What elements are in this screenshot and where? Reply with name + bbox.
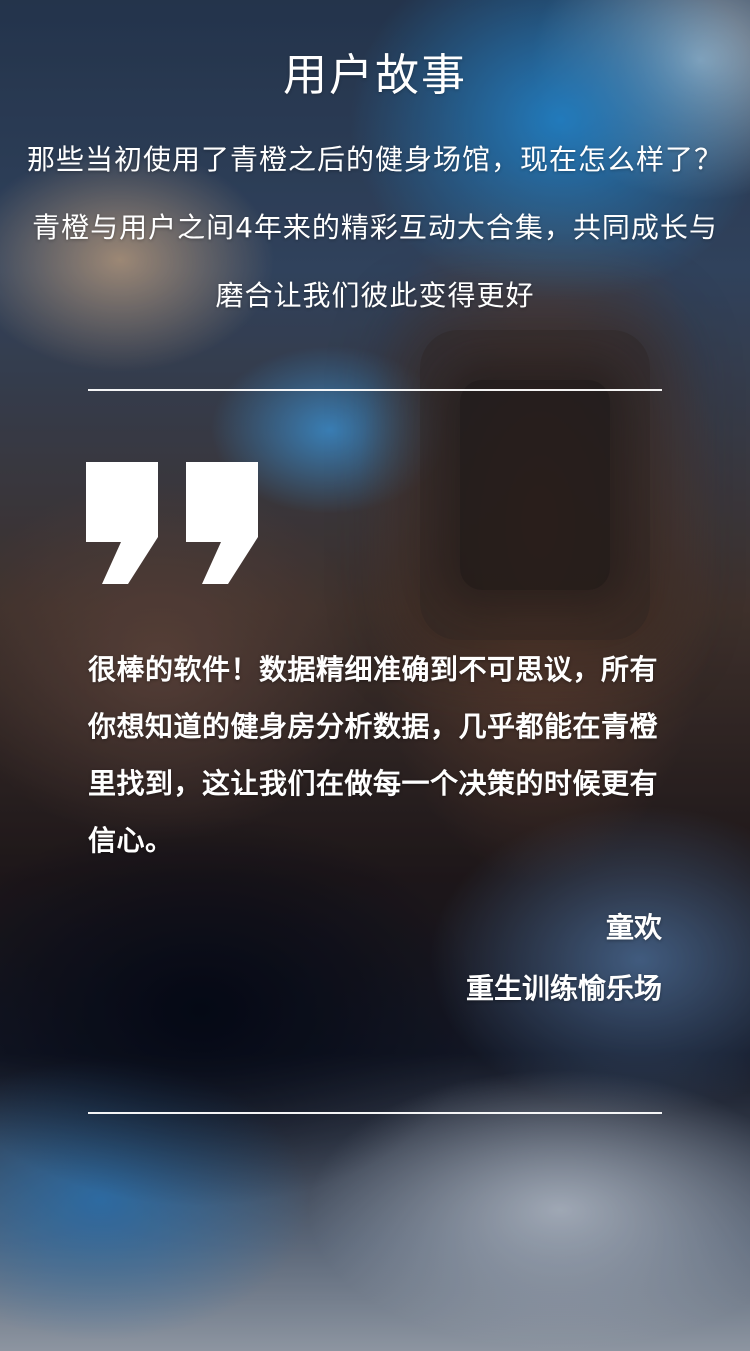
testimonial-quote-text: 很棒的软件！数据精细准确到不可思议，所有你想知道的健身房分析数据，几乎都能在青橙… bbox=[88, 653, 659, 857]
top-divider bbox=[88, 389, 662, 391]
story-content: 用户故事 那些当初使用了青橙之后的健身场馆，现在怎么样了？青橙与用户之间4年来的… bbox=[0, 0, 750, 1351]
page-title: 用户故事 bbox=[283, 50, 467, 101]
testimonial-author-name: 童欢 bbox=[605, 911, 662, 944]
testimonial-author-organization: 重生训练愉乐场 bbox=[465, 972, 662, 1005]
closing-quotation-mark-icon bbox=[86, 462, 258, 584]
bottom-divider bbox=[88, 1112, 662, 1114]
user-story-page: 用户故事 那些当初使用了青橙之后的健身场馆，现在怎么样了？青橙与用户之间4年来的… bbox=[0, 0, 750, 1351]
intro-paragraph: 那些当初使用了青橙之后的健身场馆，现在怎么样了？青橙与用户之间4年来的精彩互动大… bbox=[26, 143, 723, 312]
